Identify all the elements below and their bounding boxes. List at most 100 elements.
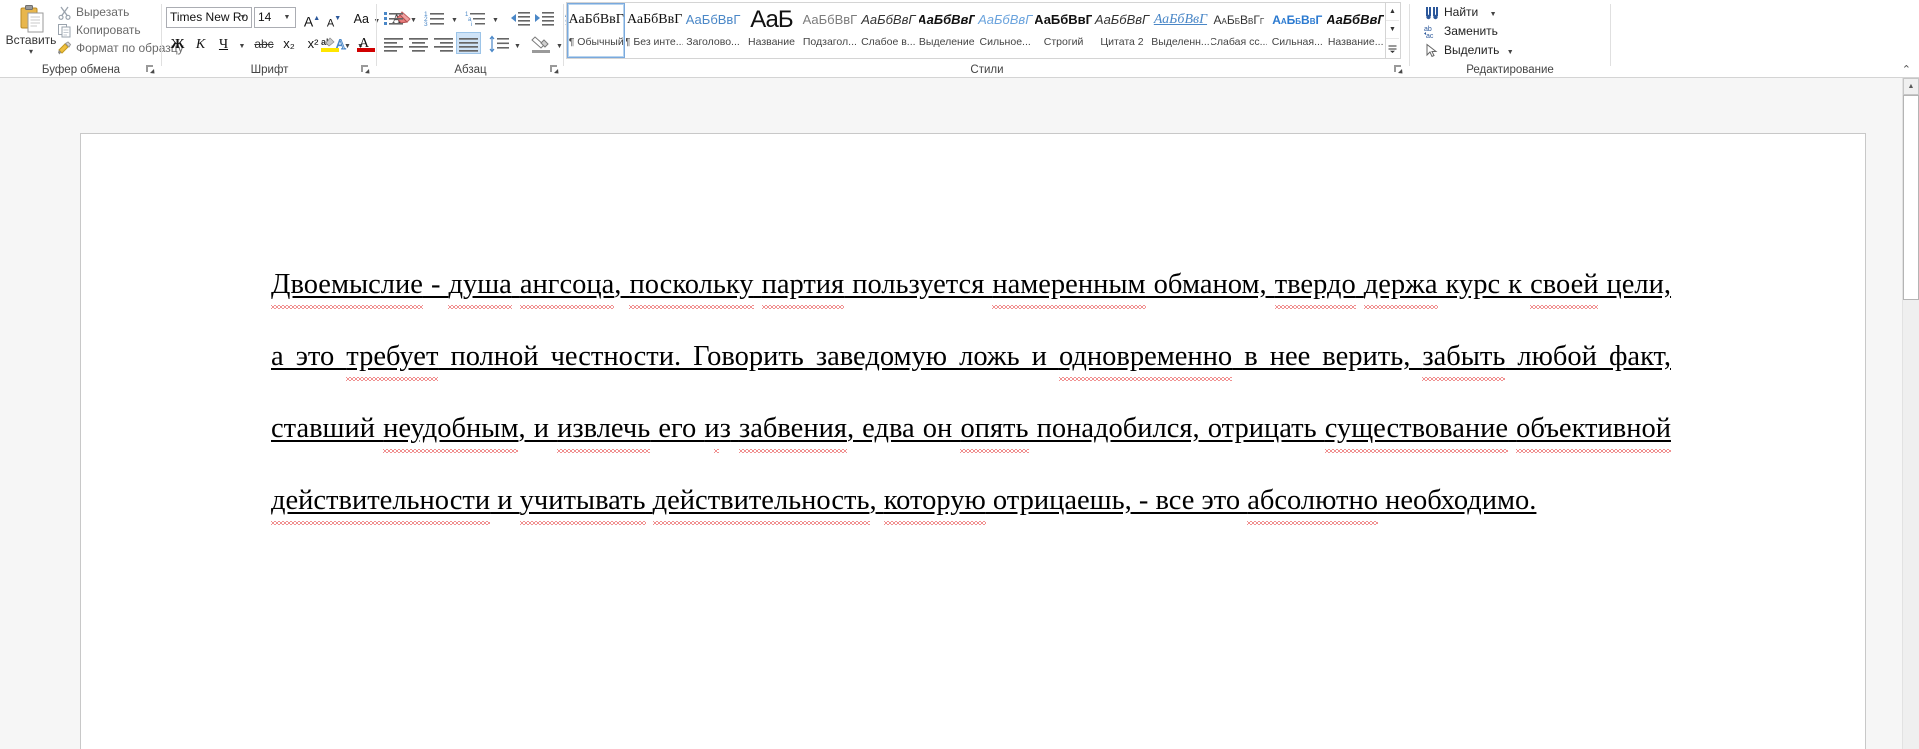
select-button[interactable]: Выделить ▼	[1422, 41, 1514, 60]
text-run	[1508, 413, 1516, 444]
find-button[interactable]: Найти ▼	[1422, 3, 1497, 22]
line-spacing-button[interactable]	[487, 32, 511, 54]
clipboard-dialog-launcher[interactable]	[145, 64, 156, 75]
style-item-1[interactable]: АаБбВвГ ¶ Без инте...	[625, 3, 683, 58]
increase-indent-button[interactable]	[532, 6, 556, 28]
style-item-13[interactable]: АаБбВвГ Название...	[1326, 3, 1384, 58]
styles-scroll-up-button[interactable]: ▲	[1386, 3, 1399, 21]
font-size-dropdown-arrow[interactable]: ▼	[281, 8, 293, 27]
paragraph-group-label: Абзац	[454, 64, 487, 76]
style-item-11[interactable]: АаБбВвГг Слабая сс...	[1210, 3, 1268, 58]
align-justify-button[interactable]	[456, 32, 481, 54]
subscript-button[interactable]: x₂	[277, 32, 301, 54]
collapse-ribbon-button[interactable]: ⌃	[1902, 63, 1911, 76]
highlight-color-arrow[interactable]: ▼	[341, 32, 354, 54]
replace-button[interactable]: ab ac Заменить	[1422, 22, 1498, 41]
styles-more-button[interactable]	[1386, 39, 1399, 57]
bullets-button[interactable]	[381, 6, 407, 28]
select-dropdown-arrow[interactable]: ▼	[1507, 49, 1514, 56]
style-preview: АаБ	[750, 6, 793, 33]
ribbon-group-paragraph: ▼ 1 2 3 ▼ 1 a i ▼ ▼ ▼ Абзац	[377, 0, 603, 78]
svg-text:ab: ab	[1424, 26, 1432, 33]
font-size-input[interactable]: 14 ▼	[254, 7, 296, 28]
style-item-2[interactable]: АаБбВвГ Заголово...	[684, 3, 742, 58]
style-item-10[interactable]: АаБбВвГ Выделенн...	[1151, 3, 1209, 58]
highlight-color-button[interactable]: ab	[318, 32, 342, 54]
style-preview: АаБбВвГ	[1034, 12, 1093, 27]
scroll-up-button[interactable]: ▲	[1903, 78, 1919, 95]
style-preview: АаБбВвГ	[1272, 13, 1323, 27]
strikethrough-label: abc	[254, 37, 274, 51]
clipboard-group-label: Буфер обмена	[41, 64, 121, 76]
style-preview: АаБбВвГ	[978, 12, 1033, 27]
copy-button[interactable]: Копировать	[56, 22, 141, 39]
svg-text:3: 3	[424, 21, 428, 28]
shading-button[interactable]	[529, 32, 553, 54]
styles-dialog-launcher[interactable]	[1393, 64, 1404, 75]
text-run: его	[650, 413, 705, 444]
style-item-9[interactable]: АаБбВвГ Цитата 2	[1093, 3, 1151, 58]
font-color-button[interactable]: A	[354, 32, 378, 54]
scrollbar-track[interactable]	[1903, 300, 1919, 749]
italic-label: К	[195, 37, 206, 52]
vertical-scrollbar[interactable]: ▲	[1902, 78, 1919, 749]
font-size-value: 14	[258, 10, 272, 24]
copy-label: Копировать	[76, 23, 141, 37]
style-label: Выделенн...	[1151, 36, 1210, 48]
align-center-button[interactable]	[406, 32, 431, 54]
text-run: необходимо.	[1377, 485, 1537, 516]
numbering-arrow[interactable]: ▼	[448, 6, 461, 28]
editing-group-label: Редактирование	[1466, 64, 1554, 76]
find-dropdown-arrow[interactable]: ▼	[1490, 11, 1497, 18]
style-item-0[interactable]: АаБбВвГ ¶ Обычный	[567, 3, 626, 58]
style-label: Строгий	[1043, 36, 1084, 48]
subscript-label: x₂	[283, 36, 295, 51]
align-right-button[interactable]	[431, 32, 456, 54]
style-item-7[interactable]: АаБбВвГ Сильное...	[976, 3, 1034, 58]
style-label: Подзагол...	[802, 36, 857, 48]
ribbon-group-editing: Найти ▼ ab ac Заменить Выделить ▼ Редакт…	[1410, 0, 1919, 78]
styles-gallery[interactable]: АаБбВвГ ¶ Обычный АаБбВвГ ¶ Без инте... АаБб…	[566, 2, 1386, 59]
numbering-button[interactable]: 1 2 3	[422, 6, 448, 28]
bullets-arrow[interactable]: ▼	[407, 6, 420, 28]
italic-button[interactable]: К	[189, 32, 212, 54]
word-with-mark: из	[704, 413, 731, 444]
misspelled-word: Двоемыслие	[271, 269, 423, 300]
document-canvas[interactable]: Двоемыслие - душа ангсоца, поскольку пар…	[0, 78, 1919, 749]
ribbon: Вставить ▾ Вырезать Копировать Формат по…	[0, 0, 1919, 78]
font-name-input[interactable]: Times New Ro ▼	[166, 7, 252, 28]
styles-scroll-down-button[interactable]: ▼	[1386, 21, 1399, 39]
ribbon-group-clipboard: Вставить ▾ Вырезать Копировать Формат по…	[0, 0, 184, 78]
misspelled-word: забвения	[738, 413, 847, 444]
paste-button[interactable]: Вставить ▾	[4, 2, 56, 58]
multilevel-list-button[interactable]: 1 a i	[463, 6, 489, 28]
bold-button[interactable]: Ж	[166, 32, 189, 54]
misspelled-word: душа	[448, 269, 512, 300]
scrollbar-thumb[interactable]	[1903, 95, 1919, 300]
replace-icon: ab ac	[1424, 24, 1440, 40]
strikethrough-button[interactable]: abc	[251, 32, 277, 54]
decrease-indent-button[interactable]	[508, 6, 532, 28]
multilevel-list-arrow[interactable]: ▼	[489, 6, 502, 28]
line-spacing-arrow[interactable]: ▼	[511, 32, 524, 54]
style-item-12[interactable]: АаБбВвГ Сильная...	[1268, 3, 1326, 58]
style-item-6[interactable]: АаБбВвГ Выделение	[918, 3, 976, 58]
underline-dropdown-arrow[interactable]: ▼	[235, 32, 249, 54]
document-page[interactable]: Двоемыслие - душа ангсоца, поскольку пар…	[80, 133, 1866, 749]
style-item-5[interactable]: АаБбВвГ Слабое в...	[859, 3, 917, 58]
cut-button[interactable]: Вырезать	[56, 4, 129, 21]
replace-label: Заменить	[1444, 24, 1498, 38]
misspelled-word: действительность	[652, 485, 870, 516]
document-text-body[interactable]: Двоемыслие - душа ангсоца, поскольку пар…	[271, 249, 1671, 537]
misspelled-word: намеренным	[992, 269, 1146, 300]
style-item-4[interactable]: АаБбВвГ Подзагол...	[801, 3, 859, 58]
font-name-dropdown-arrow[interactable]: ▼	[237, 8, 249, 27]
underline-button[interactable]: Ч	[212, 32, 235, 54]
paste-dropdown-arrow[interactable]: ▾	[5, 48, 57, 56]
style-item-8[interactable]: АаБбВвГ Строгий	[1034, 3, 1092, 58]
paragraph-dialog-launcher[interactable]	[549, 64, 560, 75]
cut-label: Вырезать	[76, 5, 130, 19]
align-left-button[interactable]	[381, 32, 406, 54]
style-item-3[interactable]: АаБ Название	[742, 3, 800, 58]
text-run: понадобился, отрицать	[1028, 413, 1325, 444]
